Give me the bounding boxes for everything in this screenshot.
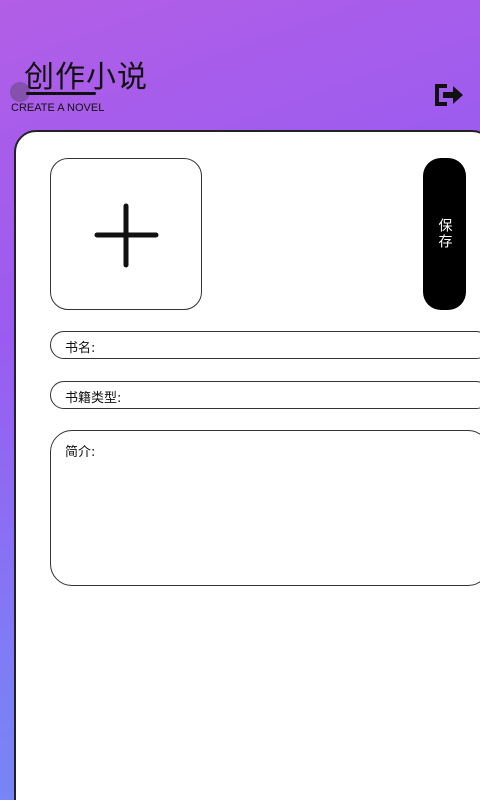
book-type-field[interactable]: 书籍类型: (50, 381, 480, 409)
save-button[interactable]: 保存 (423, 158, 466, 310)
page-title: 创作小说 (24, 60, 148, 95)
intro-textarea[interactable]: 简介: (50, 430, 480, 586)
title-underline (26, 92, 96, 95)
page-subtitle: CREATE A NOVEL (11, 102, 105, 114)
add-cover-button[interactable] (50, 158, 202, 310)
intro-label: 简介: (65, 445, 96, 460)
book-name-field[interactable]: 书名: (50, 331, 480, 359)
header: 创作小说 CREATE A NOVEL (0, 0, 480, 130)
plus-icon (94, 203, 159, 268)
exit-icon (435, 84, 463, 106)
exit-button[interactable] (432, 80, 466, 110)
book-name-label: 书名: (65, 341, 96, 356)
book-type-label: 书籍类型: (65, 391, 122, 406)
